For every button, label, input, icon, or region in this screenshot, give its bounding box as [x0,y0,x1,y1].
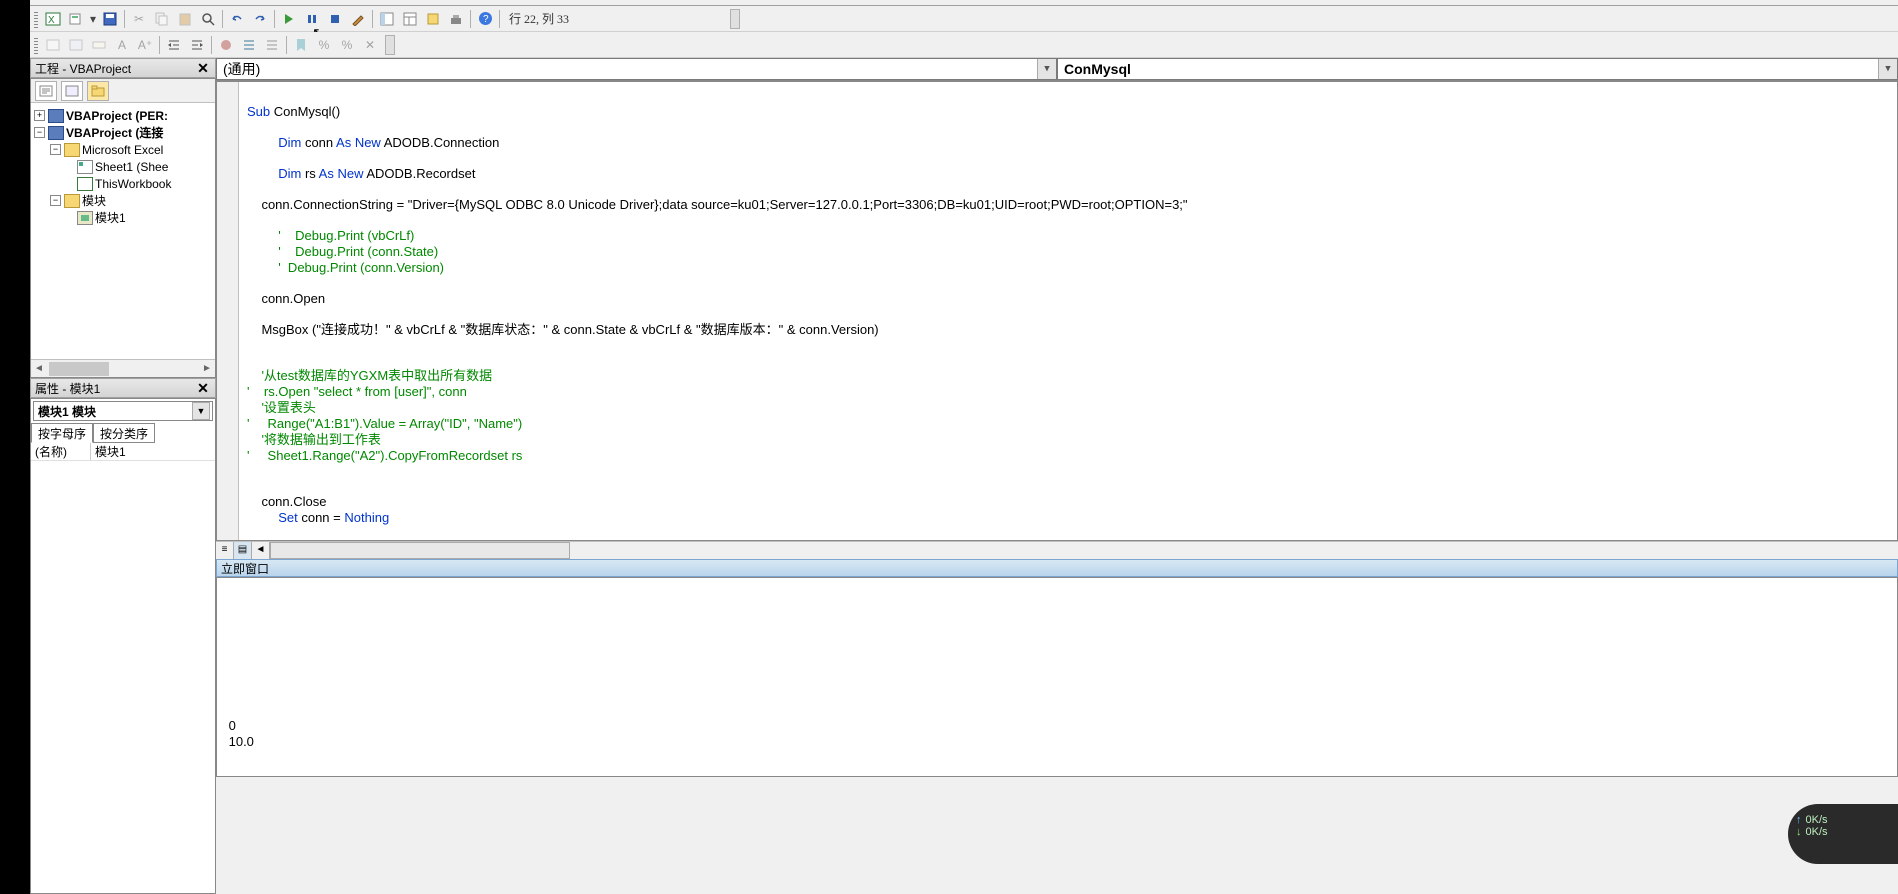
immediate-window-title: 立即窗口 [216,559,1898,577]
tab-categorized[interactable]: 按分类序 [93,423,155,443]
toolbar-overflow[interactable] [730,9,740,29]
properties-tabs: 按字母序 按分类序 [31,423,215,443]
network-monitor-widget: ↑ 0K/s ↓ 0K/s [1788,804,1898,864]
full-module-view-icon[interactable]: ▤ [234,542,252,559]
properties-object-combo[interactable]: 模块1 模块 [33,401,213,421]
find-icon[interactable] [197,8,219,30]
property-name: (名称) [31,443,91,460]
code-margin[interactable] [217,82,239,540]
immediate-window-label: 立即窗口 [221,560,269,577]
upload-speed: 0K/s [1806,814,1828,826]
properties-window: 模块1 模块 按字母序 按分类序 (名称) 模块1 [30,398,216,894]
parameter-info-icon[interactable]: A [111,34,133,56]
run-icon[interactable] [278,8,300,30]
project-explorer-icon[interactable] [376,8,398,30]
properties-grid[interactable]: (名称) 模块1 [31,443,215,893]
standard-toolbar: X ▾ ✂ ? 行 22, 列 33 ↖ [30,6,1898,32]
project-panel-title: 工程 - VBAProject ✕ [30,58,216,78]
quick-info-icon[interactable] [88,34,110,56]
svg-text:?: ? [483,14,489,25]
undo-icon[interactable] [226,8,248,30]
paste-icon[interactable] [174,8,196,30]
properties-panel-label: 属性 - 模块1 [35,380,100,397]
properties-window-icon[interactable] [399,8,421,30]
redo-icon[interactable] [249,8,271,30]
project-explorer: +VBAProject (PER: −VBAProject (连接 −Micro… [30,78,216,378]
tree-sheet-node[interactable]: Sheet1 (Shee [31,158,215,175]
toolbox-icon[interactable] [445,8,467,30]
tree-folder-node[interactable]: −模块 [31,192,215,209]
indent-icon[interactable] [163,34,185,56]
procedure-view-icon[interactable]: ≡ [216,542,234,559]
tree-folder-node[interactable]: −Microsoft Excel [31,141,215,158]
code-body[interactable]: Sub ConMysql() Dim conn As New ADODB.Con… [239,82,1897,540]
download-speed: 0K/s [1806,826,1828,838]
object-combo[interactable]: (通用) [216,58,1057,80]
uncomment-block-icon[interactable] [261,34,283,56]
view-object-icon[interactable] [61,81,83,101]
cursor-position: 行 22, 列 33 [509,10,569,27]
dropdown-arrow-icon[interactable]: ▾ [88,8,98,30]
help-icon[interactable]: ? [474,8,496,30]
cut-icon[interactable]: ✂ [128,8,150,30]
upload-icon: ↑ [1796,814,1802,826]
scroll-left-icon[interactable]: ◄ [252,542,270,559]
edit-toolbar: A A⁺ % % ✕ [30,32,1898,58]
immediate-window[interactable]: 0 10.0 [216,577,1898,777]
reset-icon[interactable] [324,8,346,30]
view-excel-icon[interactable]: X [42,8,64,30]
code-combo-row: (通用) ConMysql [216,58,1898,81]
tree-project-node[interactable]: −VBAProject (连接 [31,124,215,141]
comment-block-icon[interactable] [238,34,260,56]
view-code-icon[interactable] [35,81,57,101]
list-properties-icon[interactable] [42,34,64,56]
code-footer: ≡ ▤ ◄ [216,541,1898,559]
toggle-bookmark-icon[interactable] [290,34,312,56]
horizontal-scrollbar[interactable] [270,542,570,559]
toolbar-grip[interactable] [34,36,38,54]
toggle-folders-icon[interactable] [87,81,109,101]
code-editor[interactable]: Sub ConMysql() Dim conn As New ADODB.Con… [216,81,1898,541]
list-constants-icon[interactable] [65,34,87,56]
download-icon: ↓ [1796,826,1802,838]
copy-icon[interactable] [151,8,173,30]
property-value[interactable]: 模块1 [91,443,215,460]
properties-panel-title: 属性 - 模块1 ✕ [30,378,216,398]
object-browser-icon[interactable] [422,8,444,30]
project-panel-label: 工程 - VBAProject [35,60,131,77]
save-icon[interactable] [99,8,121,30]
complete-word-icon[interactable]: A⁺ [134,34,156,56]
tree-workbook-node[interactable]: ThisWorkbook [31,175,215,192]
tree-project-node[interactable]: +VBAProject (PER: [31,107,215,124]
next-bookmark-icon[interactable]: % [313,34,335,56]
prev-bookmark-icon[interactable]: % [336,34,358,56]
svg-text:X: X [48,15,55,26]
close-icon[interactable]: ✕ [195,380,211,396]
project-toolbar [31,79,215,103]
toggle-breakpoint-icon[interactable] [215,34,237,56]
toolbar-grip[interactable] [34,10,38,28]
tab-alphabetic[interactable]: 按字母序 [31,423,93,443]
close-icon[interactable]: ✕ [195,60,211,76]
clear-bookmarks-icon[interactable]: ✕ [359,34,381,56]
insert-module-icon[interactable] [65,8,87,30]
tree-module-node[interactable]: 模块1 [31,209,215,226]
project-tree[interactable]: +VBAProject (PER: −VBAProject (连接 −Micro… [31,103,215,359]
outdent-icon[interactable] [186,34,208,56]
design-mode-icon[interactable] [347,8,369,30]
horizontal-scrollbar[interactable]: ◄► [31,359,215,377]
break-icon[interactable] [301,8,323,30]
toolbar-overflow[interactable] [385,35,395,55]
procedure-combo[interactable]: ConMysql [1057,58,1898,80]
property-row[interactable]: (名称) 模块1 [31,443,215,461]
